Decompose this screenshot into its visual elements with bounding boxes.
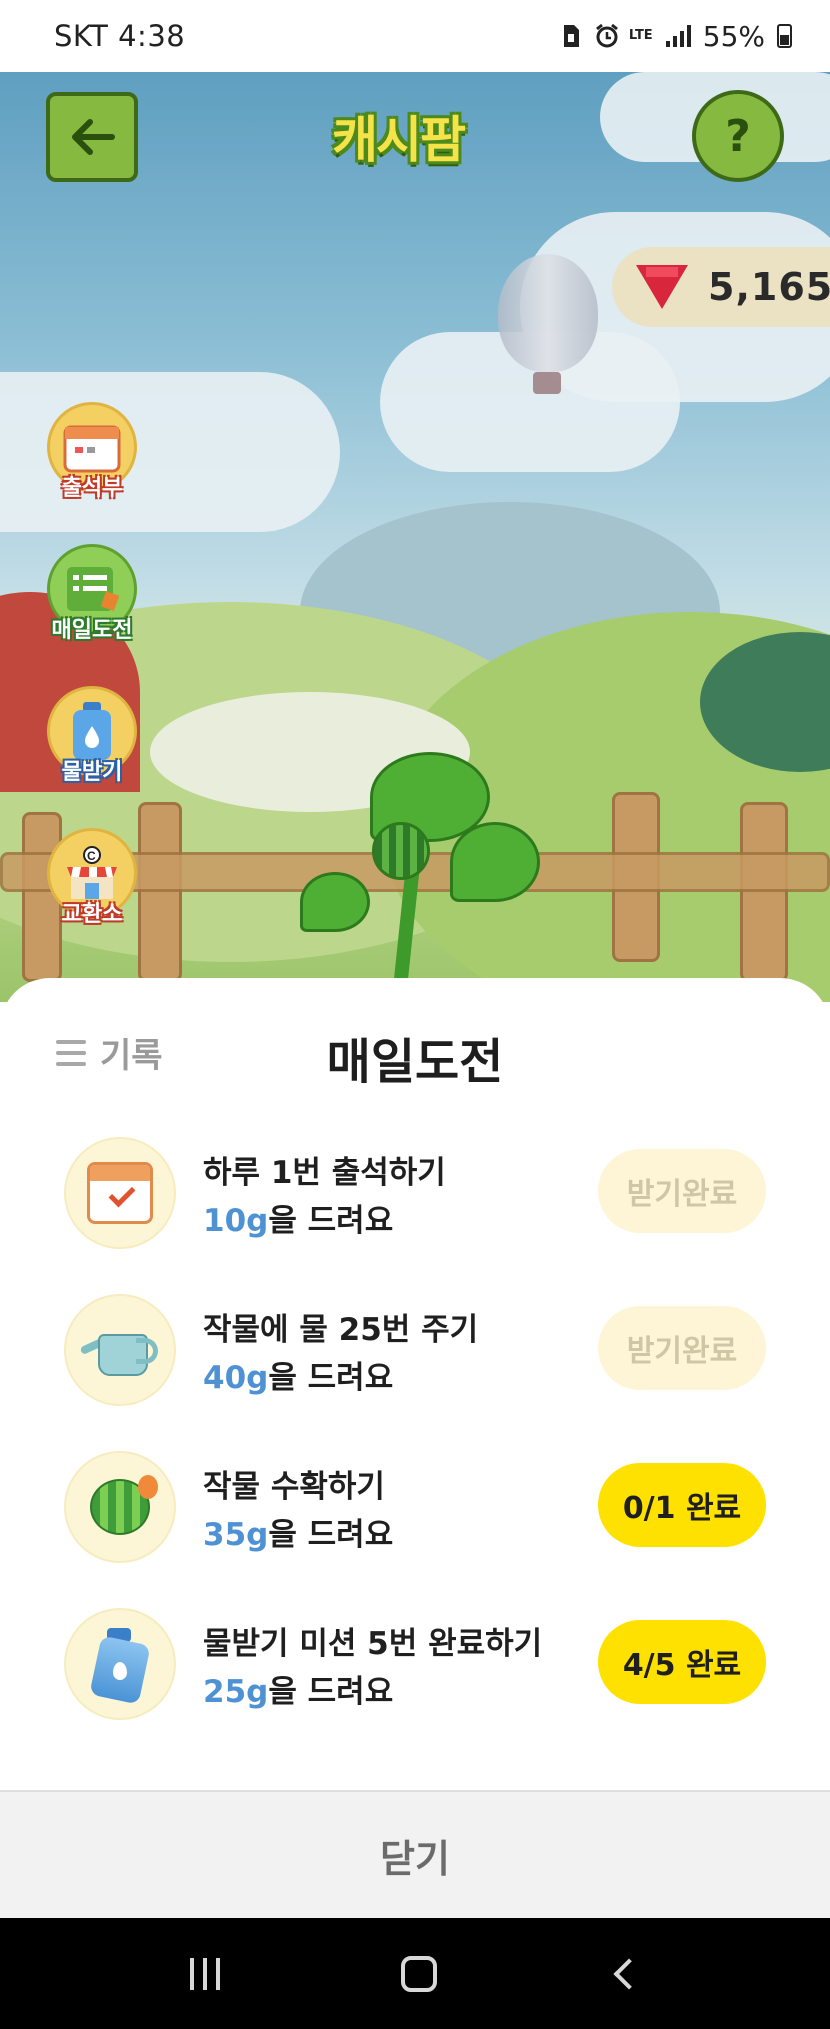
mission-reward: 35g을 드려요 [203,1509,393,1554]
watering-can-icon [79,1320,160,1380]
side-menu-water[interactable]: 물받기 [44,686,140,786]
reward-suffix: 을 드려요 [268,1517,394,1553]
water-bottle-icon [89,1628,151,1705]
reward-amount: 40g [203,1360,269,1396]
mission-reward: 25g을 드려요 [203,1666,393,1711]
close-button[interactable]: 닫기 [0,1790,830,1918]
system-nav-bar [0,1918,830,2029]
home-icon[interactable] [400,1955,437,1992]
side-menu-label: 물받기 [61,760,123,785]
watermelon [372,822,430,880]
gem-balance: 5,165 [612,247,830,327]
lte-indicator: LTE [628,28,653,43]
signal-icon [665,25,691,47]
mission-title: 작물 수확하기 [203,1469,385,1505]
plant-leaf [300,872,370,932]
carrier-time: SKT 4:38 [54,19,186,53]
reward-suffix: 을 드려요 [268,1674,394,1710]
side-menu-exchange[interactable]: C 교환소 [44,828,140,928]
help-button[interactable]: ? [692,90,784,182]
mission-icon [64,1137,176,1249]
fence-post [138,802,182,982]
plant-leaf [450,822,540,902]
sim-icon [560,23,582,49]
mission-item: 하루 1번 출석하기 10g을 드려요 받기완료 [0,1133,830,1290]
recent-apps-icon[interactable] [190,1957,221,1990]
status-icons: LTE 55% [560,20,792,53]
progress-button[interactable]: 0/1 완료 [598,1463,766,1547]
calendar-check-icon [87,1162,153,1224]
progress-button[interactable]: 4/5 완료 [598,1620,766,1704]
fence-post [740,802,788,982]
side-menu-label: 매일도전 [51,618,133,643]
mission-item: 물받기 미션 5번 완료하기 25g을 드려요 4/5 완료 [0,1604,830,1761]
reward-amount: 10g [203,1203,269,1239]
mission-title: 작물에 물 25번 주기 [203,1312,479,1348]
reward-suffix: 을 드려요 [268,1203,394,1239]
game-scene: 캐시팜 ? 5,165 출석부 매일도전 물받기 C 교환소 [0,72,830,1002]
svg-text:C: C [87,849,96,863]
harvest-crops-icon [90,1475,158,1535]
gem-count: 5,165 [708,265,830,309]
app-logo: 캐시팜 [332,111,466,169]
mission-reward: 10g을 드려요 [203,1195,393,1240]
hot-air-balloon [498,254,598,372]
back-nav-icon[interactable] [613,1957,645,1990]
mission-item: 작물 수확하기 35g을 드려요 0/1 완료 [0,1447,830,1604]
back-button[interactable] [46,92,138,182]
side-menu-label: 출석부 [61,476,123,501]
claim-complete-button[interactable]: 받기완료 [598,1306,766,1390]
reward-amount: 35g [203,1517,269,1553]
side-menu-label: 교환소 [61,902,123,927]
mission-reward: 40g을 드려요 [203,1352,393,1397]
question-icon: ? [725,110,751,162]
battery-icon [777,24,792,48]
mission-item: 작물에 물 25번 주기 40g을 드려요 받기완료 [0,1290,830,1447]
claim-complete-button[interactable]: 받기완료 [598,1149,766,1233]
sheet-header: 기록 매일도전 [0,978,830,1118]
ruby-icon [636,265,688,309]
reward-amount: 25g [203,1674,269,1710]
reward-suffix: 을 드려요 [268,1360,394,1396]
battery-percent: 55% [702,19,765,53]
mission-icon [64,1451,176,1563]
mission-title: 물받기 미션 5번 완료하기 [203,1626,543,1662]
mission-icon [64,1294,176,1406]
status-bar: SKT 4:38 LTE 55% [0,0,830,72]
arrow-left-icon [72,119,115,155]
side-menu-attendance[interactable]: 출석부 [44,402,140,502]
side-menu-daily-challenge[interactable]: 매일도전 [44,544,140,644]
sheet-title: 매일도전 [326,1034,504,1090]
mission-title: 하루 1번 출석하기 [203,1155,446,1191]
alarm-icon [594,23,618,49]
mission-icon [64,1608,176,1720]
balloon-basket [533,372,561,394]
mission-list: 하루 1번 출석하기 10g을 드려요 받기완료 작물에 물 25번 주기 40… [0,1133,830,1761]
daily-challenge-sheet: 기록 매일도전 하루 1번 출석하기 10g을 드려요 받기완료 작물에 물 2… [0,978,830,1918]
